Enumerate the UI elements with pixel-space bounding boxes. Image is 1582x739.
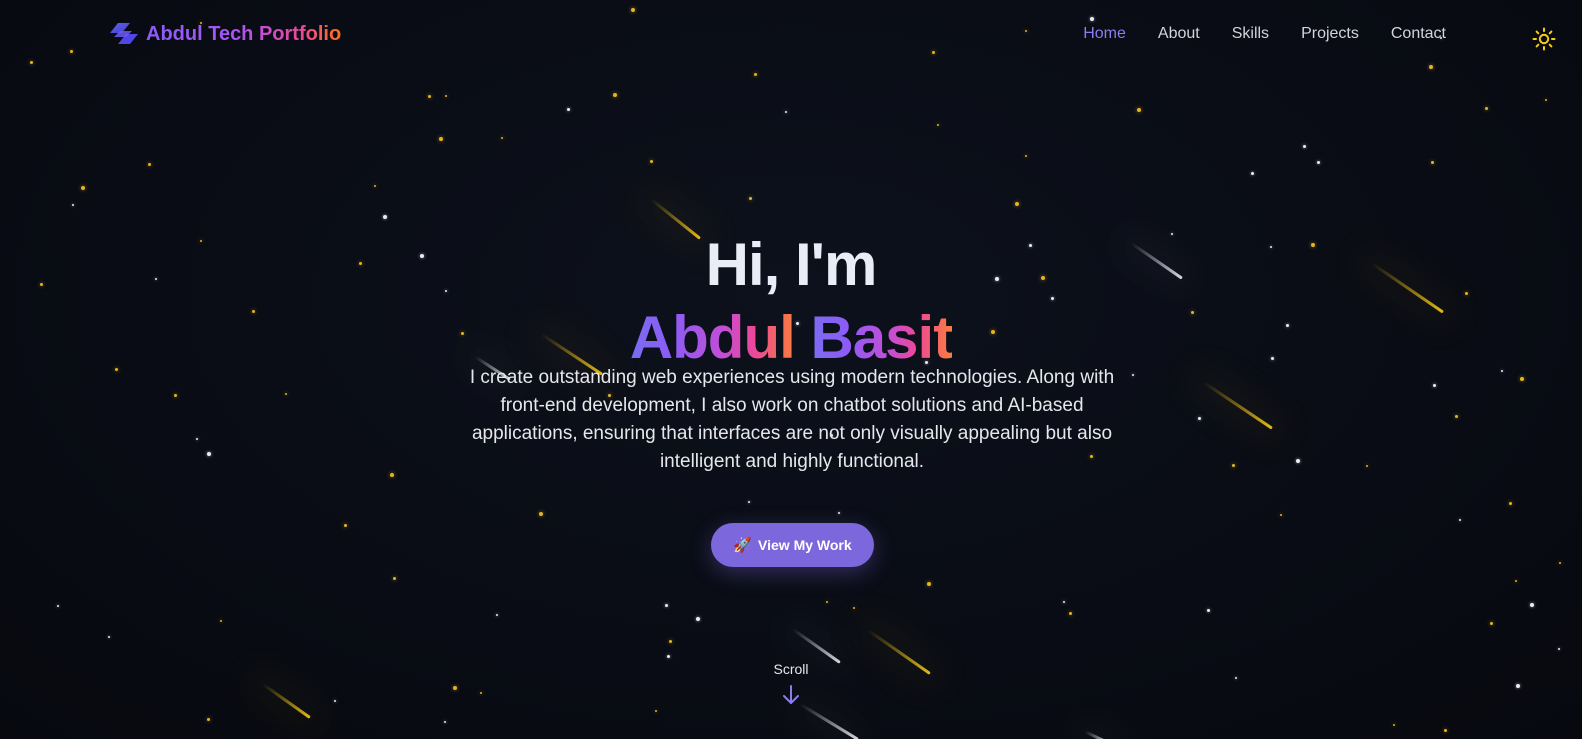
star	[1251, 172, 1254, 175]
star	[428, 95, 431, 98]
star	[390, 473, 394, 477]
theme-toggle-button[interactable]	[1532, 27, 1556, 51]
scroll-label: Scroll	[773, 661, 809, 677]
main-nav: Home About Skills Projects Contact	[1083, 24, 1446, 44]
star	[148, 163, 151, 166]
star	[1545, 99, 1547, 101]
star	[1280, 514, 1282, 516]
star	[72, 204, 74, 206]
page: Abdul Tech Portfolio Home About Skills P…	[0, 0, 1582, 739]
star	[1317, 161, 1320, 164]
star	[853, 607, 855, 609]
brand-logo-link[interactable]: Abdul Tech Portfolio	[110, 20, 341, 48]
star	[1207, 609, 1210, 612]
star	[1063, 601, 1065, 603]
star	[1459, 519, 1461, 521]
star	[383, 215, 387, 219]
view-my-work-button[interactable]: 🚀 View My Work	[711, 523, 874, 567]
star	[285, 393, 287, 395]
nav-link-contact[interactable]: Contact	[1391, 24, 1446, 44]
hero-name-first: Abdul	[629, 304, 796, 372]
star	[445, 95, 447, 97]
navbar: Abdul Tech Portfolio Home About Skills P…	[0, 0, 1582, 70]
star	[1015, 202, 1019, 206]
star	[1025, 155, 1027, 157]
star	[496, 614, 498, 616]
star	[1198, 417, 1201, 420]
star	[57, 605, 59, 607]
star	[1232, 464, 1235, 467]
shooting-star	[1084, 730, 1111, 739]
star	[650, 160, 653, 163]
star	[1366, 465, 1368, 467]
hero-description: I create outstanding web experiences usi…	[469, 367, 1115, 472]
star	[220, 620, 222, 622]
star	[937, 124, 939, 126]
star	[444, 721, 446, 723]
star	[1520, 377, 1524, 381]
star	[669, 640, 672, 643]
star	[613, 93, 617, 97]
star	[1431, 161, 1434, 164]
star	[567, 108, 570, 111]
nav-link-projects[interactable]: Projects	[1301, 24, 1359, 44]
star	[665, 604, 668, 607]
star	[1069, 612, 1072, 615]
star	[1433, 384, 1436, 387]
star	[667, 655, 670, 658]
star	[174, 394, 177, 397]
star	[1559, 562, 1561, 564]
star	[696, 617, 700, 621]
star	[1558, 648, 1560, 650]
star	[1393, 724, 1395, 726]
nav-link-home[interactable]: Home	[1083, 24, 1126, 44]
star	[207, 718, 210, 721]
rocket-icon: 🚀	[733, 536, 753, 554]
star	[826, 601, 828, 603]
view-my-work-label: View My Work	[758, 537, 852, 553]
scroll-indicator[interactable]: Scroll	[0, 660, 1582, 711]
star	[785, 111, 787, 113]
nav-link-about[interactable]: About	[1158, 24, 1200, 44]
star	[1303, 145, 1306, 148]
shooting-star	[791, 627, 841, 664]
star	[344, 524, 347, 527]
star	[393, 577, 396, 580]
star	[439, 137, 443, 141]
star	[1530, 603, 1534, 607]
star	[1490, 622, 1493, 625]
nav-link-skills[interactable]: Skills	[1232, 24, 1269, 44]
hero-name-last: Basit	[810, 304, 953, 372]
star	[196, 438, 198, 440]
star	[838, 512, 840, 514]
star	[1296, 459, 1300, 463]
star	[1485, 107, 1488, 110]
star	[1137, 108, 1141, 112]
brand-name: Abdul Tech Portfolio	[146, 20, 341, 48]
star	[749, 197, 752, 200]
star	[539, 512, 543, 516]
hero-greeting: Hi, I'm	[705, 231, 878, 299]
sun-icon	[1532, 27, 1556, 51]
shooting-star	[1201, 380, 1273, 430]
star	[754, 73, 757, 76]
star	[374, 185, 376, 187]
star	[927, 582, 931, 586]
star	[81, 186, 85, 190]
arrow-down-icon	[783, 685, 799, 704]
star	[1444, 729, 1447, 732]
star	[1455, 415, 1458, 418]
star	[1515, 580, 1517, 582]
star	[748, 501, 750, 503]
star	[108, 636, 110, 638]
brand-logo-icon	[110, 23, 138, 44]
star	[501, 137, 503, 139]
star	[207, 452, 211, 456]
star	[1132, 374, 1134, 376]
star	[1509, 502, 1512, 505]
